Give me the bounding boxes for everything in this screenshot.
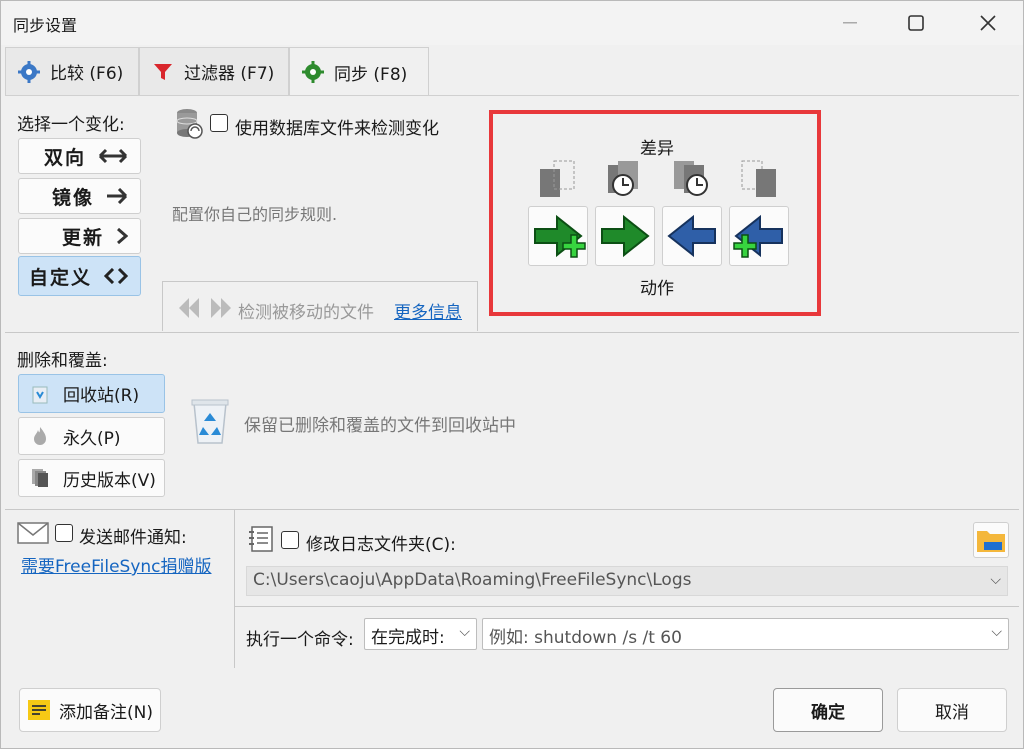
email-label: 发送邮件通知: xyxy=(79,528,187,548)
tab-compare-label: 比较 (F6) xyxy=(50,64,124,84)
double-arrow-icon xyxy=(98,148,128,164)
cancel-label: 取消 xyxy=(935,702,969,723)
add-note-button[interactable]: 添加备注(N) xyxy=(19,688,161,732)
log-folder-checkbox[interactable] xyxy=(281,531,299,549)
chevron-right-icon xyxy=(117,228,128,244)
arrow-right-icon xyxy=(107,188,128,204)
variant-custom-label: 自定义 xyxy=(28,266,92,289)
deletion-permanent-label: 永久(P) xyxy=(63,428,121,449)
chevron-down-icon: ⌵ xyxy=(990,572,1001,588)
deletion-heading: 删除和覆盖: xyxy=(17,351,108,371)
gear-green-icon xyxy=(302,61,324,83)
envelope-icon xyxy=(17,522,49,544)
more-info-link[interactable]: 更多信息 xyxy=(394,298,462,323)
browse-folder-button[interactable] xyxy=(973,522,1009,558)
maximize-icon xyxy=(908,15,924,31)
tab-compare[interactable]: 比较 (F6) xyxy=(5,47,139,95)
chevron-down-icon: ⌵ xyxy=(459,624,470,640)
add-note-label: 添加备注(N) xyxy=(59,702,153,723)
command-when-select[interactable]: 在完成时: ⌵ xyxy=(364,618,477,650)
green-arrow-plus-icon xyxy=(534,214,586,258)
window-title: 同步设置 xyxy=(13,16,78,35)
deletion-recycler-label: 回收站(R) xyxy=(63,386,140,406)
variant-two-way-button[interactable]: 双向 xyxy=(18,138,141,174)
blue-arrow-left-icon xyxy=(667,214,716,258)
variant-heading: 选择一个变化: xyxy=(17,115,125,135)
cancel-button[interactable]: 取消 xyxy=(897,688,1007,732)
ok-label: 确定 xyxy=(811,702,845,723)
tab-filter-label: 过滤器 (F7) xyxy=(184,64,275,84)
variant-update-button[interactable]: 更新 xyxy=(18,218,141,254)
move-files-icon xyxy=(179,298,231,318)
deletion-recycler-button[interactable]: 回收站(R) xyxy=(18,374,165,413)
minimize-button[interactable] xyxy=(827,7,873,39)
db-option-label: 使用数据库文件来检测变化 xyxy=(235,119,439,139)
action-create-left-button[interactable] xyxy=(729,206,789,266)
left-newer-file-icon xyxy=(608,161,638,196)
actions-action-label: 动作 xyxy=(640,279,674,299)
db-option-checkbox[interactable] xyxy=(210,114,228,132)
variant-description: 配置你自己的同步规则. xyxy=(172,205,338,224)
deletion-versioning-button[interactable]: 历史版本(V) xyxy=(18,459,165,497)
blue-arrow-plus-icon xyxy=(733,214,783,258)
tab-filter[interactable]: 过滤器 (F7) xyxy=(139,47,289,95)
note-icon xyxy=(28,700,50,720)
left-only-file-icon xyxy=(540,160,575,197)
flame-icon xyxy=(34,427,46,445)
log-folder-label: 修改日志文件夹(C): xyxy=(306,535,456,555)
log-folder-path: C:\Users\caoju\AppData\Roaming\FreeFileS… xyxy=(253,570,692,590)
deletion-permanent-button[interactable]: 永久(P) xyxy=(18,417,165,455)
tab-sync-label: 同步 (F8) xyxy=(334,64,408,85)
sync-settings-window: 同步设置 比较 (F6) 过滤器 (F7) 同步 (F8) 选择一个变化: 双向… xyxy=(0,0,1024,749)
command-placeholder: 例如: shutdown /s /t 60 xyxy=(489,628,682,648)
command-input[interactable]: 例如: shutdown /s /t 60 ⌵ xyxy=(482,618,1009,650)
command-label: 执行一个命令: xyxy=(246,630,354,650)
recycle-bin-large-icon xyxy=(191,399,229,444)
green-arrow-right-icon xyxy=(601,214,650,258)
tab-sync[interactable]: 同步 (F8) xyxy=(289,47,429,96)
action-update-right-button[interactable] xyxy=(595,206,655,266)
funnel-red-icon xyxy=(154,63,172,80)
variant-two-way-label: 双向 xyxy=(43,146,86,169)
chevron-down-icon: ⌵ xyxy=(991,624,1002,640)
log-folder-path-field[interactable]: C:\Users\caoju\AppData\Roaming\FreeFileS… xyxy=(246,566,1008,596)
maximize-button[interactable] xyxy=(893,7,939,39)
minimize-icon xyxy=(843,22,857,24)
action-create-right-button[interactable] xyxy=(528,206,588,266)
title-bar: 同步设置 xyxy=(1,1,1023,45)
folder-icon xyxy=(977,531,1005,552)
right-newer-file-icon xyxy=(674,161,708,196)
versions-icon xyxy=(32,469,48,487)
deletion-description: 保留已删除和覆盖的文件到回收站中 xyxy=(244,416,516,436)
right-only-file-icon xyxy=(741,160,776,197)
angle-brackets-icon xyxy=(104,268,128,284)
recycle-bin-icon xyxy=(32,386,48,403)
variant-update-label: 更新 xyxy=(61,226,104,249)
donation-link[interactable]: 需要FreeFileSync捐赠版 xyxy=(21,552,212,577)
close-icon xyxy=(980,15,996,31)
move-detect-label: 检测被移动的文件 xyxy=(238,303,374,323)
tab-strip: 比较 (F6) 过滤器 (F7) 同步 (F8) xyxy=(5,47,1021,96)
command-when-value: 在完成时: xyxy=(371,628,445,648)
deletion-versioning-label: 历史版本(V) xyxy=(63,470,156,491)
database-icon xyxy=(176,109,203,139)
actions-diff-label: 差异 xyxy=(640,139,674,159)
ok-button[interactable]: 确定 xyxy=(773,688,883,732)
log-file-icon xyxy=(249,526,273,552)
action-update-left-button[interactable] xyxy=(662,206,722,266)
email-checkbox[interactable] xyxy=(55,524,73,542)
variant-custom-button[interactable]: 自定义 xyxy=(18,256,141,296)
close-button[interactable] xyxy=(965,7,1011,39)
variant-mirror-label: 镜像 xyxy=(51,186,94,209)
gear-blue-icon xyxy=(18,60,40,83)
variant-mirror-button[interactable]: 镜像 xyxy=(18,178,141,214)
